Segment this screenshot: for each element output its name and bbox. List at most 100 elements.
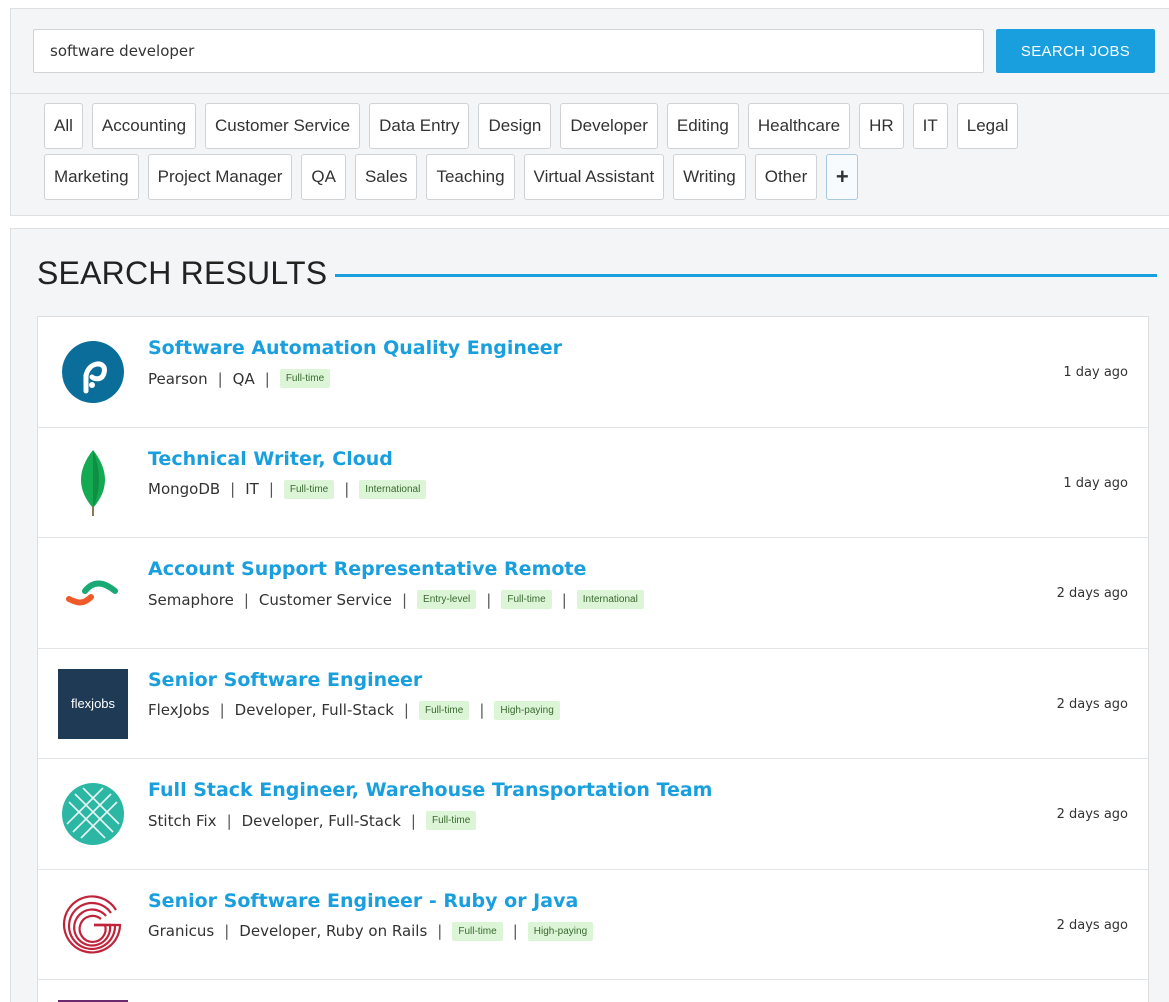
- category-chip-accounting[interactable]: Accounting: [91, 103, 197, 149]
- category-chip-project-manager[interactable]: Project Manager: [147, 154, 293, 200]
- category-chip-customer-service[interactable]: Customer Service: [205, 103, 361, 149]
- company-name: Stitch Fix: [148, 811, 217, 830]
- separator: |: [230, 480, 236, 498]
- separator: |: [401, 590, 408, 609]
- company-name: FlexJobs: [148, 701, 210, 719]
- job-tag: International: [359, 479, 427, 499]
- separator: |: [512, 922, 518, 940]
- category-chip-legal[interactable]: Legal: [956, 103, 1019, 149]
- category-filters: All Accounting Customer Service Data Entry D…: [44, 103, 1124, 205]
- separator: |: [243, 590, 249, 609]
- granicus-logo: [58, 890, 128, 960]
- posted-date: 1 day ago: [1063, 475, 1128, 491]
- job-list: Software Automation Quality Engineer Pear…: [37, 316, 1149, 1002]
- category-chip-it[interactable]: IT: [912, 103, 948, 149]
- separator: |: [479, 701, 485, 719]
- category-chip-editing[interactable]: Editing: [666, 103, 739, 149]
- job-meta: Granicus | Developer, Ruby on Rails | Full-t…: [148, 921, 594, 941]
- job-tag: Full-time: [418, 700, 470, 720]
- category-chip-design[interactable]: Design: [478, 103, 552, 149]
- heading-rule: [335, 274, 1157, 277]
- job-title-link[interactable]: Technical Writer, Cloud: [148, 448, 393, 470]
- job-row[interactable]: Software Automation Quality Engineer Pear…: [38, 317, 1148, 428]
- category-chip-hr[interactable]: HR: [859, 103, 904, 149]
- category-chip-sales[interactable]: Sales: [354, 154, 418, 200]
- job-row[interactable]: flexjobs Senior Software Engineer FlexJobs…: [38, 649, 1148, 759]
- search-input[interactable]: [33, 29, 984, 73]
- separator: |: [224, 922, 230, 940]
- category-chip-teaching[interactable]: Teaching: [426, 154, 515, 200]
- job-tag: Full-time: [425, 811, 477, 830]
- job-meta: Semaphore | Customer Service | Entry-level | F…: [148, 590, 644, 609]
- flexjobs-logo: flexjobs: [58, 668, 128, 739]
- search-bar: SEARCH JOBS: [11, 9, 1169, 94]
- separator: |: [219, 701, 225, 719]
- job-tag: High-paying: [494, 700, 560, 720]
- job-row[interactable]: Senior Software Engineer - Ruby or Java G…: [38, 870, 1148, 980]
- job-tag: Full-time: [501, 590, 552, 609]
- category-row: Marketing Project Manager QA Sales Teaching V…: [44, 154, 1124, 200]
- job-meta: Pearson | QA | Full-time: [148, 369, 331, 388]
- separator: |: [403, 701, 409, 719]
- job-row[interactable]: Technical Writer, Cloud MongoDB | IT | Full-t…: [38, 428, 1148, 538]
- separator: |: [226, 811, 232, 830]
- job-title-link[interactable]: Senior Software Engineer: [148, 669, 422, 691]
- job-tag: Entry-level: [417, 590, 477, 609]
- job-category: Customer Service: [258, 590, 392, 609]
- results-panel: SEARCH RESULTS Software Automation Quali…: [10, 228, 1169, 1002]
- company-name: Semaphore: [148, 590, 234, 609]
- category-chip-developer[interactable]: Developer: [560, 103, 658, 149]
- category-chip-other[interactable]: Other: [754, 154, 818, 200]
- add-category-button[interactable]: +: [826, 154, 859, 200]
- company-name: Granicus: [148, 922, 215, 940]
- job-category: QA: [232, 369, 255, 388]
- category-chip-qa[interactable]: QA: [301, 154, 346, 200]
- search-jobs-button[interactable]: SEARCH JOBS: [996, 29, 1155, 73]
- separator: |: [268, 480, 274, 498]
- job-meta: MongoDB | IT | Full-time | International: [148, 479, 427, 499]
- job-title-link[interactable]: Account Support Representative Remote: [148, 558, 586, 580]
- posted-date: 2 days ago: [1056, 807, 1128, 822]
- job-row[interactable]: [38, 980, 1148, 1002]
- posted-date: 2 days ago: [1056, 696, 1128, 712]
- results-header: SEARCH RESULTS: [37, 255, 1157, 292]
- job-tag: Full-time: [283, 479, 335, 499]
- company-name: MongoDB: [148, 480, 221, 498]
- separator: |: [561, 590, 567, 609]
- results-heading: SEARCH RESULTS: [37, 255, 328, 291]
- job-tag: Full-time: [279, 369, 331, 388]
- category-chip-virtual-assistant[interactable]: Virtual Assistant: [523, 154, 665, 200]
- job-title-link[interactable]: Software Automation Quality Engineer: [148, 337, 562, 359]
- separator: |: [486, 590, 492, 609]
- job-title-link[interactable]: Senior Software Engineer - Ruby or Java: [148, 890, 578, 912]
- job-category: Developer, Ruby on Rails: [239, 922, 428, 940]
- job-row[interactable]: Account Support Representative Remote Sem…: [38, 538, 1148, 649]
- posted-date: 1 day ago: [1063, 365, 1128, 380]
- stitchfix-logo: [58, 779, 128, 849]
- category-row: All Accounting Customer Service Data Entry D…: [44, 103, 1124, 149]
- separator: |: [264, 369, 270, 388]
- separator: |: [344, 480, 350, 498]
- category-chip-data-entry[interactable]: Data Entry: [369, 103, 470, 149]
- posted-date: 2 days ago: [1056, 586, 1128, 601]
- category-chip-marketing[interactable]: Marketing: [44, 154, 139, 200]
- job-tag: Full-time: [452, 921, 503, 941]
- job-category: Developer, Full-Stack: [241, 811, 401, 830]
- separator: |: [410, 811, 416, 830]
- job-meta: FlexJobs | Developer, Full-Stack | Full-time…: [148, 700, 560, 720]
- category-chip-all[interactable]: All: [44, 103, 83, 149]
- job-category: IT: [245, 480, 259, 498]
- job-tag: High-paying: [527, 921, 594, 941]
- pearson-logo: [58, 337, 128, 407]
- company-name: Pearson: [148, 369, 208, 388]
- separator: |: [217, 369, 223, 388]
- job-row[interactable]: Full Stack Engineer, Warehouse Transport…: [38, 759, 1148, 870]
- category-chip-healthcare[interactable]: Healthcare: [747, 103, 851, 149]
- posted-date: 2 days ago: [1056, 917, 1128, 933]
- mongodb-logo: [58, 448, 128, 518]
- job-category: Developer, Full-Stack: [234, 701, 394, 719]
- search-panel: SEARCH JOBS AllAccountingCustomer Servic…: [10, 8, 1169, 216]
- category-chip-writing[interactable]: Writing: [673, 154, 746, 200]
- job-meta: Stitch Fix | Developer, Full-Stack | Full-ti…: [148, 811, 477, 830]
- job-title-link[interactable]: Full Stack Engineer, Warehouse Transport…: [148, 779, 712, 801]
